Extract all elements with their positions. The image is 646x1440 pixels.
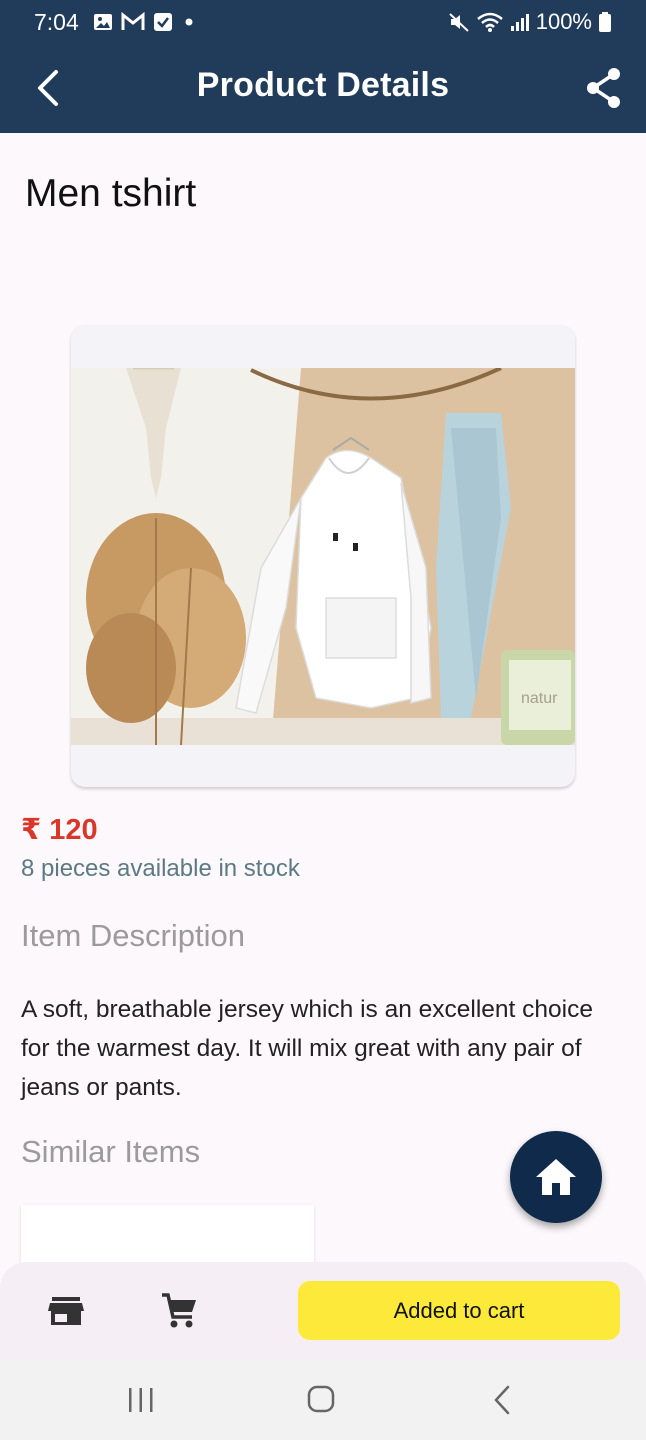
frame-text: natur [521, 690, 558, 707]
page-title: Product Details [196, 66, 450, 104]
system-back-button[interactable] [490, 1384, 514, 1416]
product-title: Men tshirt [25, 172, 197, 215]
store-button[interactable] [46, 1291, 86, 1331]
product-image-card[interactable]: natur [71, 325, 575, 787]
home-icon [536, 1159, 576, 1195]
added-to-cart-button[interactable]: Added to cart [298, 1281, 620, 1340]
gmail-icon [121, 12, 145, 30]
recents-button[interactable] [126, 1386, 156, 1414]
share-icon [587, 68, 620, 108]
cart-button[interactable] [159, 1291, 199, 1331]
gallery-icon [93, 14, 112, 30]
item-description: A soft, breathable jersey which is an ex… [21, 996, 593, 1101]
status-time: 7:04 [34, 8, 79, 35]
screen: 7:04 100% Product Details Men tshirt nat… [0, 0, 646, 1440]
bottom-action-bar: Added to cart [0, 1262, 646, 1360]
share-button[interactable] [584, 66, 624, 110]
signal-icon [510, 14, 529, 31]
product-price: ₹ 120 [21, 814, 98, 846]
system-nav-bar [0, 1360, 646, 1440]
status-left: 7:04 [34, 9, 197, 36]
system-home-button[interactable] [306, 1384, 336, 1414]
back-chevron-icon [494, 1385, 510, 1415]
status-bar: 7:04 100% [0, 0, 646, 44]
dot-icon [185, 18, 193, 26]
check-icon [153, 13, 172, 31]
recents-icon [129, 1388, 153, 1412]
wifi-icon [476, 12, 503, 32]
cart-icon [162, 1293, 196, 1328]
product-image: natur [71, 368, 575, 745]
similar-items-heading: Similar Items [21, 1134, 201, 1169]
battery-percent: 100% [535, 9, 592, 34]
stock-status: 8 pieces available in stock [21, 855, 300, 882]
home-circle-icon [307, 1385, 335, 1413]
home-fab-button[interactable] [510, 1131, 602, 1223]
store-icon [48, 1297, 84, 1325]
app-bar: Product Details [0, 44, 646, 133]
description-heading: Item Description [21, 918, 245, 953]
status-right: 100% [448, 9, 612, 35]
mute-icon [449, 13, 469, 32]
battery-icon [599, 12, 611, 32]
